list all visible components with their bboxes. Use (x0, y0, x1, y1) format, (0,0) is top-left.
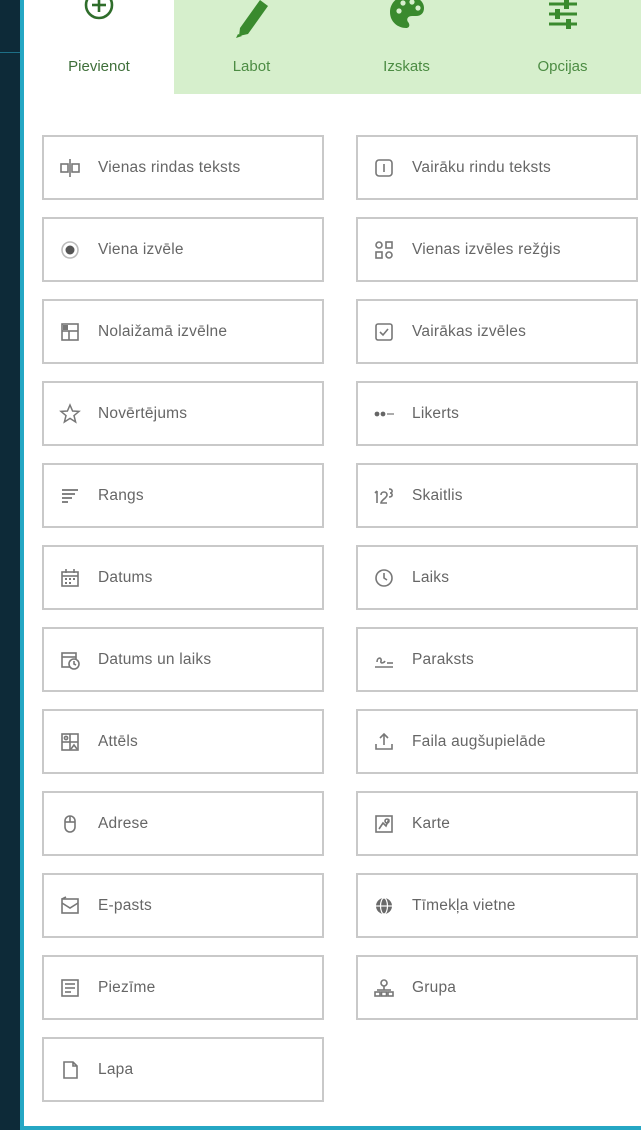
item-label: Vairākas izvēles (412, 322, 527, 340)
add-choice-grid-button[interactable]: Vienas izvēles režģis (356, 217, 638, 282)
item-label: Vienas izvēles režģis (412, 240, 561, 258)
item-label: Faila augšupielāde (412, 732, 546, 750)
tab-options-label: Opcijas (537, 58, 588, 75)
add-multi-line-text-button[interactable]: Vairāku rindu teksts (356, 135, 638, 200)
tab-options[interactable]: Opcijas (484, 0, 641, 94)
add-dropdown-button[interactable]: Nolaižamā izvēlne (42, 299, 324, 364)
item-label: Grupa (412, 978, 457, 996)
number-icon (372, 484, 396, 508)
map-icon (372, 812, 396, 836)
likert-icon (372, 402, 396, 426)
palette-icon (387, 0, 427, 37)
star-icon (58, 402, 82, 426)
add-rating-button[interactable]: Novērtējums (42, 381, 324, 446)
tab-add-label: Pievienot (68, 58, 130, 75)
add-website-button[interactable]: Tīmekļa vietne (356, 873, 638, 938)
group-icon (372, 976, 396, 1000)
add-circle-icon (82, 0, 116, 27)
sliders-icon (546, 0, 580, 39)
tab-edit-label: Labot (232, 58, 271, 75)
ranking-icon (58, 484, 82, 508)
form-builder-panel: Pievienot Labot Izskats Opcijas Vienas r… (20, 0, 641, 1130)
email-icon (58, 894, 82, 918)
calendar-icon (58, 566, 82, 590)
background-accent-line (0, 52, 22, 53)
item-label: Datums (98, 568, 153, 586)
item-label: Karte (412, 814, 451, 832)
item-label: Laiks (412, 568, 450, 586)
question-type-grid: Vienas rindas teksts Vairāku rindu tekst… (42, 135, 638, 1102)
add-date-time-button[interactable]: Datums un laiks (42, 627, 324, 692)
add-ranking-button[interactable]: Rangs (42, 463, 324, 528)
add-file-upload-button[interactable]: Faila augšupielāde (356, 709, 638, 774)
add-note-button[interactable]: Piezīme (42, 955, 324, 1020)
multi-line-text-icon (372, 156, 396, 180)
calendar-clock-icon (58, 648, 82, 672)
upload-icon (372, 730, 396, 754)
pencil-icon (230, 0, 274, 43)
radio-button-icon (58, 238, 82, 262)
item-label: Nolaižamā izvēlne (98, 322, 228, 340)
item-label: Paraksts (412, 650, 474, 668)
item-label: Viena izvēle (98, 240, 184, 258)
tab-add[interactable]: Pievienot (24, 0, 174, 94)
checkbox-icon (372, 320, 396, 344)
page-icon (58, 1058, 82, 1082)
add-page-button[interactable]: Lapa (42, 1037, 324, 1102)
item-label: Adrese (98, 814, 149, 832)
add-email-button[interactable]: E-pasts (42, 873, 324, 938)
item-label: Likerts (412, 404, 460, 422)
item-label: Attēls (98, 732, 138, 750)
add-group-button[interactable]: Grupa (356, 955, 638, 1020)
tab-appearance[interactable]: Izskats (329, 0, 484, 94)
add-time-button[interactable]: Laiks (356, 545, 638, 610)
item-label: Skaitlis (412, 486, 463, 504)
add-single-choice-button[interactable]: Viena izvēle (42, 217, 324, 282)
item-label: Piezīme (98, 978, 156, 996)
item-label: Tīmekļa vietne (412, 896, 516, 914)
item-label: E-pasts (98, 896, 152, 914)
clock-icon (372, 566, 396, 590)
item-label: Vienas rindas teksts (98, 158, 241, 176)
signature-icon (372, 648, 396, 672)
single-line-text-icon (58, 156, 82, 180)
image-icon (58, 730, 82, 754)
mouse-icon (58, 812, 82, 836)
add-multiple-choice-button[interactable]: Vairākas izvēles (356, 299, 638, 364)
globe-icon (372, 894, 396, 918)
item-label: Datums un laiks (98, 650, 212, 668)
add-map-button[interactable]: Karte (356, 791, 638, 856)
add-signature-button[interactable]: Paraksts (356, 627, 638, 692)
toolbar-tabs: Pievienot Labot Izskats Opcijas (24, 0, 641, 94)
add-single-line-text-button[interactable]: Vienas rindas teksts (42, 135, 324, 200)
note-icon (58, 976, 82, 1000)
item-label: Vairāku rindu teksts (412, 158, 551, 176)
add-date-button[interactable]: Datums (42, 545, 324, 610)
choice-grid-icon (372, 238, 396, 262)
item-label: Novērtējums (98, 404, 188, 422)
item-label: Lapa (98, 1060, 134, 1078)
tab-appearance-label: Izskats (383, 58, 430, 75)
add-likert-button[interactable]: Likerts (356, 381, 638, 446)
tab-edit[interactable]: Labot (174, 0, 329, 94)
add-number-button[interactable]: Skaitlis (356, 463, 638, 528)
add-image-button[interactable]: Attēls (42, 709, 324, 774)
item-label: Rangs (98, 486, 144, 504)
add-address-button[interactable]: Adrese (42, 791, 324, 856)
dropdown-icon (58, 320, 82, 344)
